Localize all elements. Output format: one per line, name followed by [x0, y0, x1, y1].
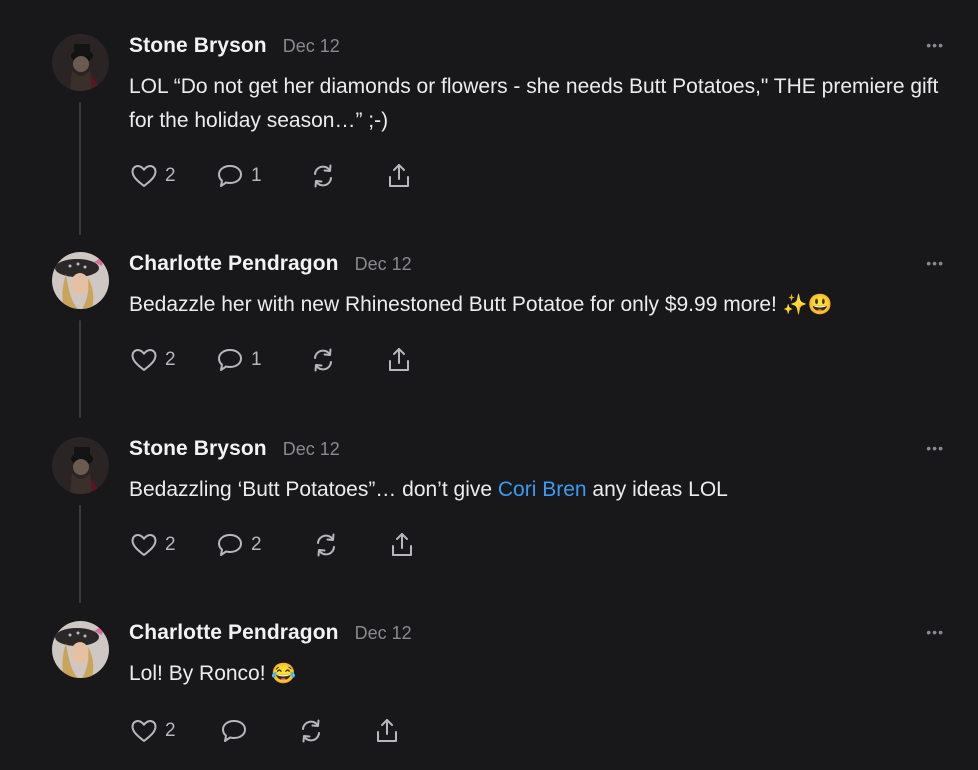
- emoji: 😂: [271, 663, 297, 685]
- restack-button[interactable]: [308, 345, 338, 375]
- comment-header: Stone Bryson Dec 12: [129, 34, 340, 62]
- comment-bubble-icon: [218, 534, 242, 556]
- reply-button[interactable]: [219, 716, 249, 746]
- reply-count: 1: [251, 349, 262, 370]
- comment-actions: 2 2: [129, 530, 429, 560]
- heart-icon: [131, 534, 157, 556]
- reply-button[interactable]: 1: [215, 161, 262, 191]
- like-button[interactable]: 2: [129, 161, 176, 191]
- like-button[interactable]: 2: [129, 345, 176, 375]
- more-options-icon[interactable]: •••: [926, 441, 944, 455]
- reply-button[interactable]: 1: [215, 345, 262, 375]
- heart-icon: [131, 165, 157, 187]
- user-mention-link[interactable]: Cori Bren: [498, 478, 587, 501]
- comment-header: Stone Bryson Dec 12: [129, 437, 340, 465]
- more-options-icon[interactable]: •••: [926, 625, 944, 639]
- comment-text: Bedazzling ‘Butt Potatoes”… don’t give C…: [129, 473, 939, 507]
- more-options-icon[interactable]: •••: [926, 38, 944, 52]
- comment-thread: Stone Bryson Dec 12 ••• LOL “Do not get …: [0, 0, 978, 770]
- like-count: 2: [165, 534, 176, 555]
- heart-icon: [131, 720, 157, 742]
- comment-text-after: any ideas LOL: [586, 478, 728, 501]
- comment-bubble-icon: [218, 349, 242, 371]
- restack-button[interactable]: [311, 530, 341, 560]
- share-icon: [377, 719, 397, 742]
- author-name[interactable]: Charlotte Pendragon: [129, 621, 339, 645]
- comment-header: Charlotte Pendragon Dec 12: [129, 252, 412, 280]
- restack-icon: [302, 719, 320, 743]
- comment-date[interactable]: Dec 12: [283, 439, 340, 460]
- avatar[interactable]: [52, 252, 109, 309]
- restack-button[interactable]: [308, 161, 338, 191]
- author-name[interactable]: Stone Bryson: [129, 437, 267, 461]
- comment-text: Bedazzle her with new Rhinestoned Butt P…: [129, 288, 939, 322]
- reply-count: 2: [251, 534, 262, 555]
- comment-header: Charlotte Pendragon Dec 12: [129, 621, 412, 649]
- comment-text-content: Lol! By Ronco!: [129, 662, 266, 685]
- author-name[interactable]: Charlotte Pendragon: [129, 252, 339, 276]
- comment-date[interactable]: Dec 12: [283, 36, 340, 57]
- comment-actions: 2 1: [129, 345, 429, 375]
- author-name[interactable]: Stone Bryson: [129, 34, 267, 58]
- comment-text: Lol! By Ronco! 😂: [129, 657, 939, 691]
- comment-actions: 2: [129, 716, 429, 746]
- share-button[interactable]: [387, 530, 417, 560]
- avatar[interactable]: [52, 621, 109, 678]
- like-count: 2: [165, 165, 176, 186]
- comment-text-content: Bedazzle her with new Rhinestoned Butt P…: [129, 293, 777, 316]
- like-count: 2: [165, 349, 176, 370]
- comment-bubble-icon: [218, 165, 242, 187]
- like-count: 2: [165, 720, 176, 741]
- share-button[interactable]: [384, 161, 414, 191]
- share-icon: [392, 533, 412, 556]
- share-button[interactable]: [372, 716, 402, 746]
- avatar[interactable]: [52, 34, 109, 91]
- thread-connector: [79, 505, 81, 603]
- reply-button[interactable]: 2: [215, 530, 262, 560]
- restack-button[interactable]: [296, 716, 326, 746]
- comment-actions: 2 1: [129, 161, 429, 191]
- avatar[interactable]: [52, 437, 109, 494]
- reply-count: 1: [251, 165, 262, 186]
- like-button[interactable]: 2: [129, 716, 176, 746]
- share-icon: [389, 348, 409, 371]
- restack-icon: [314, 164, 332, 188]
- comment-bubble-icon: [222, 720, 246, 742]
- emoji: ✨😃: [782, 294, 833, 316]
- thread-connector: [79, 102, 81, 235]
- restack-icon: [314, 348, 332, 372]
- restack-icon: [317, 533, 335, 557]
- share-icon: [389, 164, 409, 187]
- comment-text: LOL “Do not get her diamonds or flowers …: [129, 75, 939, 132]
- thread-connector: [79, 320, 81, 418]
- like-button[interactable]: 2: [129, 530, 176, 560]
- heart-icon: [131, 349, 157, 371]
- share-button[interactable]: [384, 345, 414, 375]
- comment-date[interactable]: Dec 12: [355, 623, 412, 644]
- more-options-icon[interactable]: •••: [926, 256, 944, 270]
- comment-text-before: Bedazzling ‘Butt Potatoes”… don’t give: [129, 478, 498, 501]
- comment-date[interactable]: Dec 12: [355, 254, 412, 275]
